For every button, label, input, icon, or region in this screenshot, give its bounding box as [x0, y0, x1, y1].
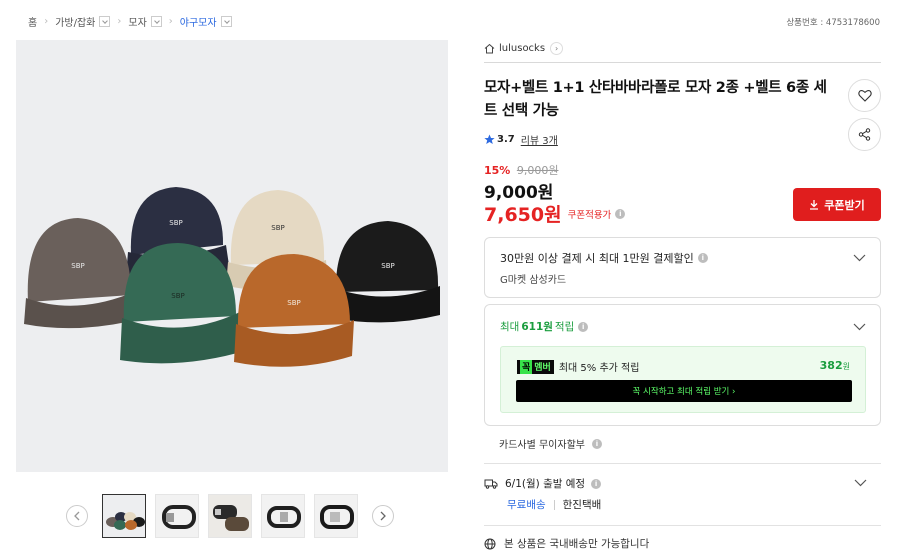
breadcrumb-item-hats[interactable]: 모자	[128, 14, 162, 29]
card-discount-sub: G마켓 삼성카드	[500, 275, 567, 286]
thumbnail-strip	[66, 494, 394, 538]
truck-icon	[484, 479, 498, 489]
product-info-panel: lulusocks › 모자+벨트 1+1 산타바바라폴로 모자 2종 +벨트 …	[484, 40, 881, 550]
shipping-date: 6/1(월) 출발 예정	[505, 478, 586, 490]
membership-promo: 꼭 멤버 최대 5% 추가 적립 382원 꼭 시작하고 최대 적립 받기 ›	[500, 346, 866, 413]
coupon-download-button[interactable]: 쿠폰받기	[793, 188, 881, 221]
caps-photo: SBP SBP SBP SBP SBP SBP	[16, 40, 448, 472]
heart-icon	[857, 90, 872, 102]
share-button[interactable]	[848, 118, 881, 151]
thumbnail-prev-button[interactable]	[66, 505, 88, 527]
coupon-price: 7,650원	[484, 204, 562, 226]
info-icon[interactable]: i	[591, 478, 602, 489]
review-link[interactable]: 리뷰 3개	[521, 132, 558, 147]
breadcrumb-item-bags[interactable]: 가방/잡화	[55, 14, 111, 29]
product-title: 모자+벨트 1+1 산타바바라폴로 모자 2종 +벨트 6종 세트 선택 가능	[484, 80, 827, 119]
divider	[553, 499, 555, 510]
breadcrumb-item-baseball-caps[interactable]: 야구모자	[180, 14, 232, 29]
breadcrumb: 홈 › 가방/잡화 › 모자 › 야구모자	[28, 14, 232, 29]
shipping-carrier: 한진택배	[562, 499, 602, 511]
thumbnail-caps[interactable]	[102, 494, 146, 538]
product-number: 상품번호 : 4753178600	[786, 18, 880, 28]
shop-name: lulusocks	[499, 43, 546, 54]
installment-info[interactable]: 카드사별 무이자할부 i	[499, 436, 602, 451]
chevron-right-icon: ›	[550, 42, 564, 55]
breadcrumb-separator: ›	[44, 16, 49, 27]
card-discount-title: 30만원 이상 결제 시 최대 1만원 결제할인	[500, 252, 694, 265]
info-icon[interactable]: i	[697, 253, 708, 263]
membership-points: 382원	[819, 359, 850, 372]
svg-text:SBP: SBP	[287, 299, 300, 307]
download-icon	[810, 200, 819, 210]
card-discount-box[interactable]: 30만원 이상 결제 시 최대 1만원 결제할인 i G마켓 삼성카드	[484, 237, 881, 298]
chevron-right-icon	[380, 511, 386, 521]
rating-score: 3.7	[497, 134, 515, 145]
membership-cta-button[interactable]: 꼭 시작하고 최대 적립 받기 ›	[516, 380, 852, 402]
svg-text:SBP: SBP	[71, 262, 84, 270]
domestic-notice: 본 상품은 국내배송만 가능합니다	[484, 536, 649, 551]
chevron-down-icon[interactable]	[853, 323, 866, 331]
svg-text:SBP: SBP	[169, 219, 182, 227]
rating: 3.7 리뷰 3개	[484, 132, 558, 147]
chevron-down-icon	[853, 254, 866, 262]
thumbnail-next-button[interactable]	[372, 505, 394, 527]
globe-icon	[484, 538, 496, 549]
divider	[484, 463, 881, 464]
breadcrumb-separator: ›	[117, 16, 122, 27]
thumbnail-belt-3[interactable]	[261, 494, 305, 538]
shipping-info: 6/1(월) 출발 예정 i 무료배송 한진택배	[484, 476, 881, 511]
svg-text:SBP: SBP	[381, 262, 394, 270]
membership-text: 최대 5% 추가 적립	[558, 363, 640, 374]
product-main-image[interactable]: SBP SBP SBP SBP SBP SBP	[16, 40, 448, 472]
chevron-down-icon[interactable]	[220, 16, 232, 27]
info-icon[interactable]: i	[615, 208, 626, 219]
info-icon[interactable]: i	[578, 321, 589, 332]
thumbnail-belt-2[interactable]	[208, 494, 252, 538]
share-icon	[858, 128, 871, 141]
thumbnail-belt-1[interactable]	[155, 494, 199, 538]
divider	[484, 62, 881, 63]
star-icon	[484, 134, 495, 144]
thumbnail-belt-4[interactable]	[314, 494, 358, 538]
coupon-price-row: 7,650원 쿠폰적용가 i	[484, 200, 626, 227]
membership-badge: 꼭 멤버	[517, 359, 554, 374]
discount-row: 15% 9,000원	[484, 162, 558, 178]
points-title[interactable]: 최대 611원 적립 i	[500, 319, 589, 334]
chevron-down-icon[interactable]	[150, 16, 162, 27]
svg-text:SBP: SBP	[271, 224, 284, 232]
discount-percent: 15%	[484, 164, 511, 177]
chevron-down-icon[interactable]	[99, 16, 111, 27]
chevron-down-icon[interactable]	[854, 479, 867, 487]
free-shipping: 무료배송	[507, 499, 546, 511]
breadcrumb-separator: ›	[168, 16, 173, 27]
info-icon[interactable]: i	[591, 438, 602, 449]
breadcrumb-home[interactable]: 홈	[28, 14, 37, 29]
like-button[interactable]	[848, 79, 881, 112]
home-icon	[484, 43, 495, 54]
shop-link[interactable]: lulusocks ›	[484, 40, 881, 57]
divider	[484, 525, 881, 526]
points-box: 최대 611원 적립 i 꼭 멤버 최대 5% 추가 적립 382원 꼭 시작하고…	[484, 304, 881, 426]
chevron-left-icon	[74, 511, 80, 521]
svg-text:SBP: SBP	[171, 292, 184, 300]
coupon-price-label: 쿠폰적용가	[567, 209, 612, 221]
original-price: 9,000원	[516, 164, 559, 177]
